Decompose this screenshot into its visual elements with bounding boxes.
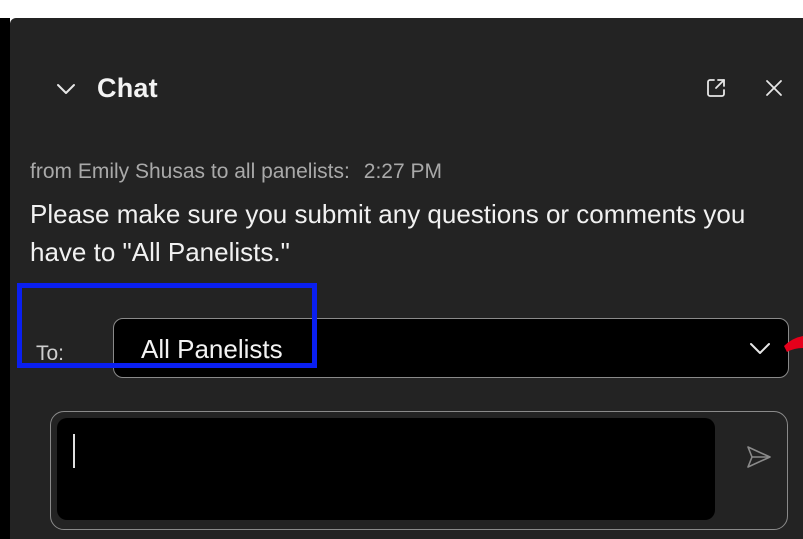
chat-panel: Chat from Emily Shusas to all panelists:… [10, 18, 803, 539]
dropdown-chevron-icon[interactable] [748, 337, 772, 359]
chat-message-input[interactable] [57, 418, 715, 520]
left-edge [0, 18, 10, 539]
message-sender: from Emily Shusas to all panelists: [30, 160, 350, 183]
highlight-annotation-box [17, 283, 317, 368]
red-arrow-annotation-icon [784, 336, 803, 352]
message-time: 2:27 PM [363, 160, 443, 183]
screenshot-frame: Chat from Emily Shusas to all panelists:… [0, 0, 803, 539]
popout-icon[interactable] [704, 76, 728, 100]
chevron-down-icon[interactable] [56, 79, 76, 99]
message-meta: from Emily Shusas to all panelists: 2:27 … [30, 158, 442, 186]
message-text: Please make sure you submit any question… [30, 199, 746, 267]
chat-title: Chat [97, 73, 158, 103]
send-icon[interactable] [745, 444, 773, 470]
compose-box [50, 411, 788, 530]
close-icon[interactable] [764, 78, 784, 98]
text-caret [73, 434, 75, 468]
chat-header: Chat [10, 18, 803, 128]
